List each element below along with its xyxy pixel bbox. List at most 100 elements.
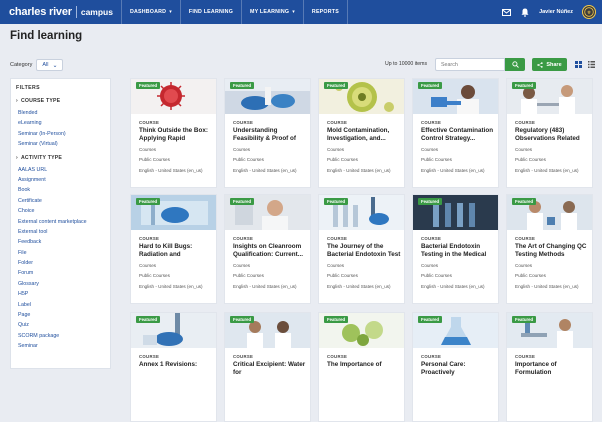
course-title[interactable]: Understanding Feasibility & Proof of Con… bbox=[233, 127, 307, 143]
search-icon bbox=[511, 61, 519, 68]
course-type-label: COURSE bbox=[233, 236, 254, 241]
course-category: Courses bbox=[139, 263, 157, 268]
course-type-label: COURSE bbox=[327, 236, 348, 241]
filter-item[interactable]: File bbox=[16, 248, 105, 258]
course-title[interactable]: Annex 1 Revisions: bbox=[139, 361, 213, 369]
main-nav: DASHBOARD ▾ FIND LEARNING MY LEARNING ▾ RE… bbox=[120, 0, 348, 24]
search-placeholder: Search bbox=[441, 61, 458, 68]
course-card[interactable]: Featured COURSE Personal Care: Proactively bbox=[412, 312, 499, 422]
course-card[interactable]: Featured COURSE Regulatory (483) Observati… bbox=[506, 78, 593, 188]
course-title[interactable]: Bacterial Endotoxin Testing in the Medic… bbox=[421, 243, 495, 259]
nav-my-learning[interactable]: MY LEARNING ▾ bbox=[241, 0, 303, 24]
nav-find-learning[interactable]: FIND LEARNING bbox=[179, 0, 241, 24]
filter-item[interactable]: Seminar bbox=[16, 341, 105, 351]
filter-item[interactable]: External tool bbox=[16, 227, 105, 237]
filter-item[interactable]: Label bbox=[16, 300, 105, 310]
course-card[interactable]: Featured COURSE Annex 1 Revisions: bbox=[130, 312, 217, 422]
filter-item[interactable]: H5P bbox=[16, 289, 105, 299]
featured-badge: Featured bbox=[418, 82, 443, 89]
course-title[interactable]: Mold Contamination, Investigation, and..… bbox=[327, 127, 401, 143]
filter-item[interactable]: Forum bbox=[16, 268, 105, 278]
course-title[interactable]: The Importance of bbox=[327, 361, 401, 369]
nav-reports-label: REPORTS bbox=[311, 9, 339, 15]
logo[interactable]: charles river campus bbox=[0, 0, 113, 24]
course-language: English - United States (en_us) bbox=[515, 168, 579, 173]
course-type-label: COURSE bbox=[139, 236, 160, 241]
course-category: Courses bbox=[327, 263, 345, 268]
filter-item[interactable]: Seminar (In-Person) bbox=[16, 129, 105, 139]
course-card[interactable]: Featured COURSE The Importance of bbox=[318, 312, 405, 422]
featured-badge: Featured bbox=[324, 198, 349, 205]
filter-group-activity-type[interactable]: › ACTIVITY TYPE bbox=[16, 155, 105, 161]
course-visibility: Public Courses bbox=[233, 157, 264, 162]
filter-item[interactable]: Feedback bbox=[16, 237, 105, 247]
course-title[interactable]: Think Outside the Box: Applying Rapid St… bbox=[139, 127, 213, 143]
search-input[interactable]: Search bbox=[435, 58, 505, 71]
course-card[interactable]: Featured COURSE Insights on Cleanroom Qual… bbox=[224, 194, 311, 304]
chevron-right-icon: › bbox=[16, 154, 18, 161]
filter-item[interactable]: eLearning bbox=[16, 118, 105, 128]
course-language: English - United States (en_us) bbox=[327, 168, 391, 173]
course-title[interactable]: Critical Excipient: Water for bbox=[233, 361, 307, 377]
course-category: Courses bbox=[233, 263, 251, 268]
filter-item[interactable]: Seminar (Virtual) bbox=[16, 139, 105, 149]
course-card[interactable]: Featured COURSE Mold Contamination, Invest… bbox=[318, 78, 405, 188]
course-language: English - United States (en_us) bbox=[515, 284, 579, 289]
filter-item[interactable]: Book bbox=[16, 185, 105, 195]
featured-badge: Featured bbox=[324, 316, 349, 323]
course-language: English - United States (en_us) bbox=[233, 284, 297, 289]
category-select[interactable]: All ⌄ bbox=[36, 59, 64, 71]
course-title[interactable]: The Journey of the Bacterial Endotoxin T… bbox=[327, 243, 401, 259]
course-card[interactable]: Featured COURSE Hard to Kill Bugs: Radiati… bbox=[130, 194, 217, 304]
filter-item[interactable]: Glossary bbox=[16, 279, 105, 289]
nav-dashboard[interactable]: DASHBOARD ▾ bbox=[120, 0, 180, 24]
course-card[interactable]: Featured COURSE The Journey of the Bacteri… bbox=[318, 194, 405, 304]
course-title[interactable]: Regulatory (483) Observations Related to… bbox=[515, 127, 589, 143]
course-card[interactable]: Featured COURSE Understanding Feasibility … bbox=[224, 78, 311, 188]
filter-item[interactable]: Page bbox=[16, 310, 105, 320]
filter-item[interactable]: Folder bbox=[16, 258, 105, 268]
nav-reports[interactable]: REPORTS bbox=[302, 0, 348, 24]
course-card[interactable]: Featured COURSE Bacterial Endotoxin Testin… bbox=[412, 194, 499, 304]
course-title[interactable]: Importance of Formulation bbox=[515, 361, 589, 377]
search-button[interactable] bbox=[505, 58, 525, 71]
course-title[interactable]: Personal Care: Proactively bbox=[421, 361, 495, 377]
featured-badge: Featured bbox=[136, 198, 161, 205]
bell-icon[interactable] bbox=[520, 7, 530, 17]
filter-item[interactable]: External content marketplace bbox=[16, 217, 105, 227]
list-view-icon[interactable] bbox=[587, 59, 596, 69]
filter-item[interactable]: Choice bbox=[16, 206, 105, 216]
filter-group-label: ACTIVITY TYPE bbox=[20, 154, 63, 161]
course-type-label: COURSE bbox=[421, 120, 442, 125]
featured-badge: Featured bbox=[136, 316, 161, 323]
featured-badge: Featured bbox=[512, 316, 537, 323]
avatar[interactable]: ✿ bbox=[582, 5, 596, 19]
grid-view-icon[interactable] bbox=[574, 59, 583, 69]
course-language: English - United States (en_us) bbox=[139, 284, 203, 289]
course-title[interactable]: The Art of Changing QC Testing Methods bbox=[515, 243, 589, 259]
filter-group-course-type[interactable]: › COURSE TYPE bbox=[16, 98, 105, 104]
filter-item[interactable]: AALAS URL bbox=[16, 165, 105, 175]
filter-item[interactable]: SCORM package bbox=[16, 331, 105, 341]
user-name[interactable]: Javier Núñez bbox=[539, 9, 573, 15]
course-type-label: COURSE bbox=[139, 354, 160, 359]
nav-my-learning-label: MY LEARNING bbox=[250, 9, 290, 15]
mail-icon[interactable] bbox=[501, 7, 511, 17]
course-card[interactable]: Featured COURSE Critical Excipient: Water … bbox=[224, 312, 311, 422]
page-title: Find learning bbox=[10, 30, 83, 42]
filter-item[interactable]: Assignment bbox=[16, 175, 105, 185]
filter-item[interactable]: Quiz bbox=[16, 320, 105, 330]
share-button[interactable]: Share bbox=[532, 58, 567, 71]
filter-item[interactable]: Blended bbox=[16, 108, 105, 118]
course-title[interactable]: Effective Contamination Control Strategy… bbox=[421, 127, 495, 143]
course-card[interactable]: Featured COURSE Effective Contamination Co… bbox=[412, 78, 499, 188]
course-card[interactable]: Featured COURSE Importance of Formulation bbox=[506, 312, 593, 422]
chevron-down-icon: ⌄ bbox=[52, 62, 58, 69]
course-visibility: Public Courses bbox=[139, 273, 170, 278]
course-title[interactable]: Hard to Kill Bugs: Radiation and Disinfe… bbox=[139, 243, 213, 259]
course-title[interactable]: Insights on Cleanroom Qualification: Cur… bbox=[233, 243, 307, 259]
filter-item[interactable]: Certificate bbox=[16, 196, 105, 206]
course-card[interactable]: Featured COURSE Think Outside the Box: App… bbox=[130, 78, 217, 188]
course-card[interactable]: Featured COURSE The Art of Changing QC Tes… bbox=[506, 194, 593, 304]
course-type-label: COURSE bbox=[421, 354, 442, 359]
